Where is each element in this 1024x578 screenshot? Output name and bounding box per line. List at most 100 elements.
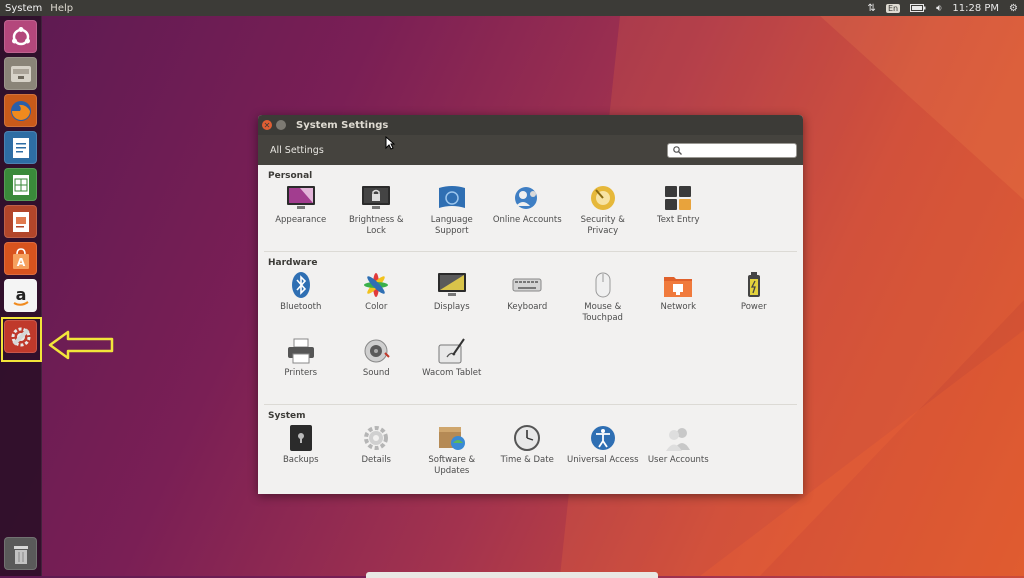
settings-item-label: Sound [362,368,390,378]
settings-item-mouse-touchpad[interactable]: Mouse & Touchpad [565,268,641,334]
security-privacy-icon [588,183,618,213]
settings-item-label: Universal Access [566,455,639,465]
online-accounts-icon [512,183,542,213]
universal-access-icon [588,423,618,453]
settings-item-label: Wacom Tablet [422,368,482,378]
software-updates-icon [437,423,467,453]
launcher: A a [0,16,42,576]
launcher-shopping-bag-icon[interactable]: A [4,242,37,275]
launcher-trash-icon[interactable] [4,537,37,570]
settings-item-user-accounts[interactable]: User Accounts [641,421,717,487]
settings-item-label: Color [365,302,388,312]
volume-icon[interactable]: 🔉︎ [936,3,942,14]
settings-item-label: Backups [282,455,319,465]
launcher-libreoffice-calc-icon[interactable] [4,168,37,201]
settings-item-label: Displays [433,302,470,312]
settings-item-label: Software & Updates [428,455,476,476]
settings-item-backups[interactable]: Backups [263,421,339,487]
annotation-arrow-icon [48,330,114,360]
displays-icon [437,270,467,300]
text-entry-keyboard-icon [663,183,693,213]
window-toolbar: All Settings [258,135,803,165]
settings-item-online-accounts[interactable]: Online Accounts [490,181,566,247]
section-system: System Backups Details Software & Update… [258,405,803,487]
search-icon [673,145,682,155]
gear-icon[interactable]: ⚙ [1009,3,1018,14]
settings-item-displays[interactable]: Displays [414,268,490,334]
sound-speaker-icon [361,336,391,366]
settings-item-sound[interactable]: Sound [339,334,415,400]
settings-item-power[interactable]: Power [716,268,792,334]
window-titlebar[interactable]: ✕ System Settings [258,115,803,135]
language-flag-icon [437,183,467,213]
minimize-icon[interactable] [276,120,286,130]
launcher-libreoffice-writer-icon[interactable] [4,131,37,164]
launcher-amazon-icon[interactable]: a [4,279,37,312]
settings-item-label: Security & Privacy [580,215,625,236]
keyboard-layout-indicator[interactable]: En [885,3,901,13]
settings-item-color[interactable]: Color [339,268,415,334]
battery-icon[interactable] [910,4,926,12]
close-icon[interactable]: ✕ [262,120,272,130]
svg-text:a: a [15,285,26,304]
settings-item-label: User Accounts [647,455,709,465]
system-settings-window: ✕ System Settings All Settings Personal … [258,115,803,494]
window-title: System Settings [296,119,389,131]
settings-item-label: Details [361,455,391,465]
bottom-edge-bar [366,572,658,578]
settings-item-label: Mouse & Touchpad [582,302,623,323]
keyboard-icon [512,270,542,300]
section-title: System [268,411,306,421]
settings-item-time-date[interactable]: Time & Date [490,421,566,487]
settings-item-brightness-lock[interactable]: Brightness & Lock [339,181,415,247]
settings-item-label: Online Accounts [492,215,562,225]
settings-item-label: Appearance [275,215,327,225]
menu-system[interactable]: System [0,3,46,14]
search-box[interactable] [667,142,797,158]
settings-item-keyboard[interactable]: Keyboard [490,268,566,334]
network-folder-icon [663,270,693,300]
settings-item-appearance[interactable]: Appearance [263,181,339,247]
power-battery-icon [739,270,769,300]
menu-help[interactable]: Help [46,3,77,14]
lock-monitor-icon [361,183,391,213]
settings-item-network[interactable]: Network [641,268,717,334]
indicators: ⇅ En 🔉︎ 11:28 PM ⚙ [868,3,1024,14]
settings-item-bluetooth[interactable]: Bluetooth [263,268,339,334]
settings-item-universal-access[interactable]: Universal Access [565,421,641,487]
settings-item-label: Keyboard [507,302,548,312]
color-icon [361,270,391,300]
search-input[interactable] [682,144,785,156]
wacom-tablet-icon [437,336,467,366]
settings-item-label: Brightness & Lock [348,215,404,236]
clock-icon [512,423,542,453]
section-personal: Personal Appearance Brightness & Lock La… [258,165,803,247]
settings-item-language-support[interactable]: Language Support [414,181,490,247]
settings-item-label: Network [660,302,697,312]
details-gear-icon [361,423,391,453]
settings-item-software-updates[interactable]: Software & Updates [414,421,490,487]
launcher-file-cabinet-icon[interactable] [4,57,37,90]
settings-item-label: Bluetooth [280,302,322,312]
mouse-cursor-icon [385,136,395,150]
settings-item-printers[interactable]: Printers [263,334,339,400]
settings-item-security-privacy[interactable]: Security & Privacy [565,181,641,247]
appearance-monitor-icon [286,183,316,213]
settings-item-wacom-tablet[interactable]: Wacom Tablet [414,334,490,400]
launcher-ubuntu-logo-icon[interactable] [4,20,37,53]
settings-item-label: Power [740,302,767,312]
launcher-libreoffice-impress-icon[interactable] [4,205,37,238]
backups-safe-icon [286,423,316,453]
annotation-highlight-box [1,317,42,362]
top-panel: System Help ⇅ En 🔉︎ 11:28 PM ⚙ [0,0,1024,16]
printer-icon [286,336,316,366]
network-updown-icon[interactable]: ⇅ [868,3,876,14]
svg-text:A: A [16,256,25,269]
launcher-firefox-icon[interactable] [4,94,37,127]
clock[interactable]: 11:28 PM [952,3,999,14]
section-hardware: Hardware Bluetooth Color Displays Keyboa… [258,252,803,400]
settings-item-details[interactable]: Details [339,421,415,487]
settings-item-text-entry[interactable]: Text Entry [641,181,717,247]
settings-item-label: Time & Date [500,455,554,465]
all-settings-button[interactable]: All Settings [264,141,330,160]
